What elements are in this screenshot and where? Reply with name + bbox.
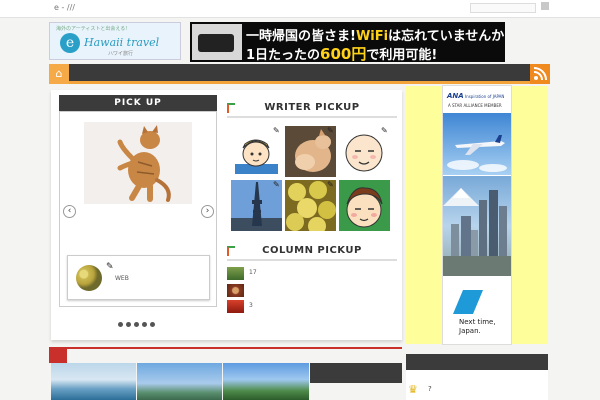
writer-avatar[interactable] [76, 265, 102, 291]
article-thumbnail[interactable] [137, 363, 222, 400]
column-item[interactable] [227, 284, 397, 298]
slider-pagination [118, 320, 162, 327]
column-count: 3 [249, 302, 253, 309]
slider-next-button[interactable]: › [201, 205, 214, 218]
column-pickup-heading: COLUMN PICKUP [262, 245, 362, 256]
home-icon[interactable]: ⌂ [49, 64, 69, 84]
star-alliance-label: A STAR ALLIANCE MEMBER [448, 103, 502, 108]
search-input[interactable] [470, 3, 536, 13]
ana-logo: ANA [447, 92, 464, 100]
pen-icon: ✎ [273, 180, 280, 189]
ranking-header [406, 354, 548, 370]
wifi-banner-line1: 一時帰国の皆さま!WiFiは忘れていませんか!? [246, 29, 505, 44]
banner-tagline: 海外のアーティストと出会える! [56, 26, 128, 32]
article-header-bar [310, 363, 402, 383]
article-thumbnail[interactable] [51, 363, 136, 400]
wifi-rental-banner[interactable]: 一時帰国の皆さま!WiFiは忘れていませんか!? 1日たったの600円で利用可能… [190, 22, 505, 62]
article-thumbnail[interactable] [223, 363, 309, 400]
slider-prev-button[interactable]: ‹ [63, 205, 76, 218]
column-thumb [227, 267, 244, 280]
writer-pickup-heading: WRITER PICKUP [264, 102, 360, 113]
banner-sub: ハワイ旅行 [108, 51, 134, 57]
pen-icon: ✎ [273, 126, 280, 135]
site-title[interactable]: e - /// [54, 3, 75, 12]
search-button[interactable] [541, 2, 549, 10]
section-divider [49, 347, 402, 349]
ranking-item[interactable]: ? [428, 385, 432, 393]
column-thumb [227, 284, 244, 297]
writer-avatar[interactable] [339, 180, 390, 231]
pagination-dot[interactable] [134, 322, 139, 327]
global-nav [49, 64, 550, 84]
column-thumb [227, 300, 244, 313]
rss-icon[interactable] [530, 64, 550, 84]
pickup-card-label: WEB [115, 275, 129, 282]
pen-icon: ✎ [106, 262, 114, 272]
writer-pickup-header: WRITER PICKUP [227, 100, 397, 118]
column-item[interactable]: 17 [227, 267, 397, 281]
ad-city-image [443, 176, 511, 276]
pen-icon: ✎ [381, 126, 388, 135]
section-marker [49, 347, 67, 363]
pickup-slide-image[interactable] [84, 122, 192, 204]
ad-slogan: Next time, Japan. [459, 318, 496, 335]
pagination-dot[interactable] [142, 322, 147, 327]
column-count: 17 [249, 269, 257, 276]
hawaii-logo-icon: e [60, 33, 80, 53]
pagination-dot[interactable] [126, 322, 131, 327]
pen-icon: ✎ [327, 126, 334, 135]
column-pickup-header: COLUMN PICKUP [227, 243, 397, 261]
hawaii-travel-banner[interactable]: 海外のアーティストと出会える! e Hawaii travel ハワイ旅行 [49, 22, 181, 60]
banner-brand: Hawaii travel [84, 36, 160, 49]
pagination-dot[interactable] [118, 322, 123, 327]
pen-icon: ✎ [327, 180, 334, 189]
pagination-dot[interactable] [150, 322, 155, 327]
ana-tagline: Inspiration of JAPAN [465, 94, 505, 99]
crown-icon: ♛ [408, 383, 418, 396]
column-item[interactable]: 3 [227, 300, 397, 314]
ad-airplane-image [443, 113, 511, 175]
ana-wing-icon [453, 290, 489, 317]
wifi-router-icon [192, 24, 242, 60]
wifi-banner-line2: 1日たったの600円で利用可能! [246, 45, 438, 62]
pickup-heading: PICK UP [59, 95, 217, 111]
